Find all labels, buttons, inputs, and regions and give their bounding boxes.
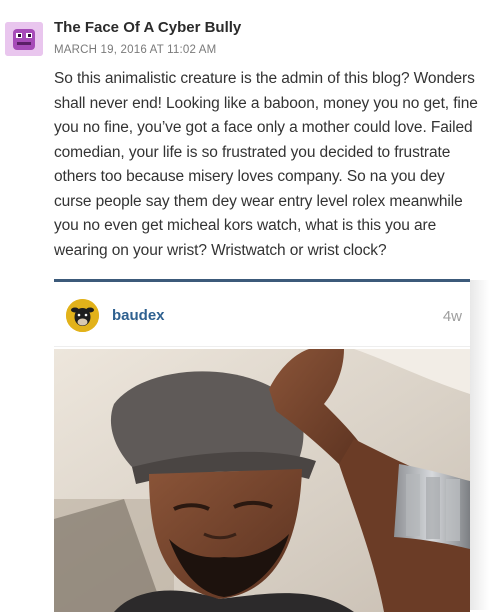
embed-shadow bbox=[470, 280, 489, 610]
comment-body: So this animalistic creature is the admi… bbox=[54, 70, 478, 259]
embed-header: baudex 4w bbox=[54, 282, 470, 347]
comment-author[interactable]: The Face Of A Cyber Bully bbox=[54, 19, 241, 36]
instagram-avatar[interactable] bbox=[66, 299, 99, 332]
cow-logo-icon bbox=[66, 299, 99, 332]
monster-avatar-icon bbox=[5, 22, 43, 56]
commenter-avatar bbox=[5, 22, 43, 56]
instagram-embed[interactable]: baudex 4w bbox=[54, 279, 470, 612]
embedded-photo[interactable] bbox=[54, 349, 470, 612]
post-age: 4w bbox=[442, 308, 462, 325]
instagram-username[interactable]: baudex bbox=[112, 307, 165, 324]
comment-timestamp-link[interactable]: MARCH 19, 2016 AT 11:02 AM bbox=[54, 44, 216, 56]
